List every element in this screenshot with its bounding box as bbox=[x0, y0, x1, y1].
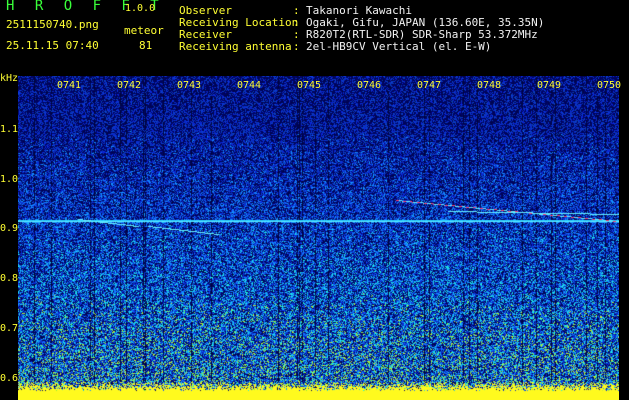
time-label: 0749 bbox=[537, 80, 562, 91]
time-label: 0750 bbox=[597, 80, 622, 91]
time-label: 0744 bbox=[237, 80, 262, 91]
time-label: 0741 bbox=[57, 80, 82, 91]
time-label: 0742 bbox=[117, 80, 142, 91]
time-label: 0745 bbox=[297, 80, 322, 91]
date-time: 25.11.15 07:40 bbox=[6, 39, 99, 52]
y-label: 0.9 bbox=[0, 223, 19, 234]
y-label: 0.8 bbox=[0, 273, 19, 284]
time-label: 0743 bbox=[177, 80, 202, 91]
antenna-value: 2el-HB9CV Vertical (el. E-W) bbox=[306, 40, 492, 53]
spectrogram bbox=[18, 76, 619, 400]
y-label: 0.7 bbox=[0, 323, 19, 334]
app-version: 1.0.0 bbox=[125, 3, 156, 14]
y-label: 0.6 bbox=[0, 373, 19, 384]
mode-label: meteor bbox=[124, 24, 164, 37]
detection-count: 81 bbox=[139, 39, 153, 52]
y-label: 1.0 bbox=[0, 174, 19, 185]
time-label: 0748 bbox=[477, 80, 502, 91]
antenna-label: Receiving antenna bbox=[179, 40, 292, 53]
y-label: 1.1 bbox=[0, 124, 19, 135]
time-label: 0746 bbox=[357, 80, 382, 91]
time-label: 0747 bbox=[417, 80, 442, 91]
y-axis-unit: kHz bbox=[0, 73, 19, 84]
file-name: 2511150740.png bbox=[6, 18, 99, 31]
antenna-colon: : bbox=[293, 40, 300, 53]
